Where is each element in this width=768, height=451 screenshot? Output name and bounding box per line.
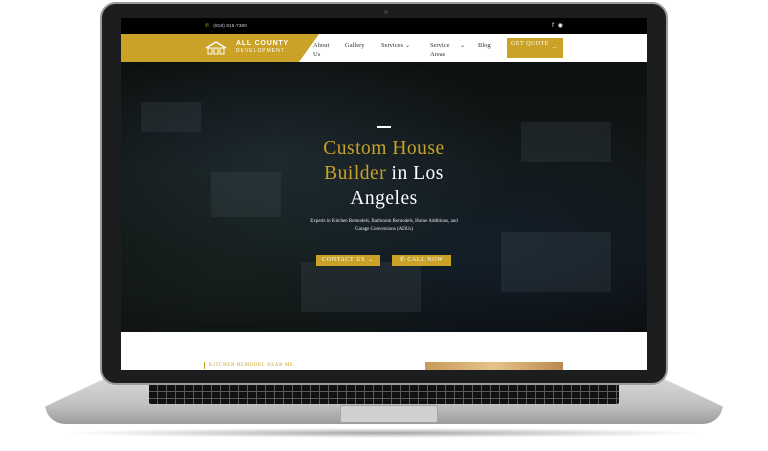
contact-us-button[interactable]: CONTACT US → [316,255,380,266]
nav-services[interactable]: Services ⌄ [381,41,410,51]
hero-title-line1: Custom House [323,138,445,159]
hero-section: Custom House Builder in Los Angeles Expe… [121,62,647,332]
hero-title-line3: Angeles [350,188,418,209]
arrow-right-icon: → [367,257,374,263]
instagram-icon[interactable]: ◉ [558,23,563,29]
keyboard-row-divider [149,391,619,392]
keyboard-row-divider [149,398,619,399]
phone-icon: ✆ [399,257,406,263]
nav-service-areas[interactable]: Service Areas ⌄ [430,41,466,59]
phone-icon: ✆ [205,23,210,29]
get-quote-label: GET QUOTE [511,41,549,47]
chevron-down-icon: ⌄ [405,43,411,49]
laptop-keyboard [149,384,619,404]
phone-number-link[interactable]: ✆ (818) 815-7380 [205,23,247,29]
section-label: KITCHEN REMODEL NEAR ME [204,362,294,369]
call-now-label: CALL NOW [407,257,444,263]
get-quote-button[interactable]: GET QUOTE → [507,38,563,58]
laptop-trackpad [340,405,438,422]
main-navigation: ALL COUNTY DEVELOPMENT About Us Gallery … [121,34,647,62]
logo-subtitle: DEVELOPMENT [236,48,285,54]
browser-viewport: ✆ (818) 815-7380 f ◉ ALL COUNTY DEVELOPMEN… [121,18,647,370]
nav-service-areas-label: Service Areas [430,42,450,58]
house-logo-icon [205,41,227,55]
arrow-right-icon: → [550,43,558,51]
kitchen-image [425,362,563,370]
hero-title-line2: in Los [386,163,444,184]
nav-gallery[interactable]: Gallery [345,41,365,50]
phone-number: (818) 815-7380 [213,23,247,28]
facebook-icon[interactable]: f [552,23,554,29]
nav-about-us[interactable]: About Us [313,41,333,59]
webcam [384,10,388,14]
hero-title: Custom House Builder in Los Angeles [284,136,484,211]
call-now-button[interactable]: ✆ CALL NOW [392,255,451,266]
top-bar: ✆ (818) 815-7380 f ◉ [121,18,647,34]
hero-divider [377,126,391,128]
logo-title: ALL COUNTY [236,40,289,47]
logo[interactable]: ALL COUNTY DEVELOPMENT [121,34,319,62]
laptop-shadow [60,428,708,438]
hero-title-line2-gold: Builder [324,163,387,184]
contact-us-label: CONTACT US [322,257,366,263]
hero-subtitle: Experts in Kitchen Remodels, Bathroom Re… [310,219,458,232]
content-section: KITCHEN REMODEL NEAR ME [121,332,647,370]
nav-blog[interactable]: Blog [478,41,491,50]
chevron-down-icon: ⌄ [460,43,466,49]
social-links: f ◉ [548,22,563,29]
nav-services-label: Services [381,42,404,49]
